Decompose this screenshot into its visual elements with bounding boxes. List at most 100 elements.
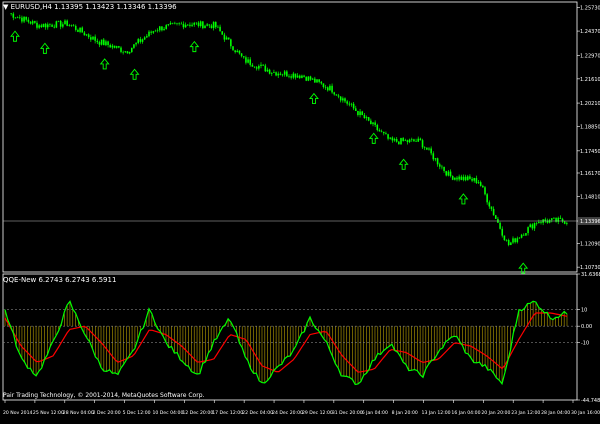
price-tick-label: 1.25730 <box>580 6 600 12</box>
candle-body <box>264 65 267 72</box>
indicator-label: QQE-New 6.2743 6.2743 6.5911 <box>3 276 117 284</box>
signal-arrows <box>10 30 529 274</box>
time-tick-label: 2 Dec 20:00 <box>93 410 121 416</box>
candle-body <box>389 137 392 139</box>
candle-body <box>27 19 30 22</box>
candle-body <box>441 166 443 168</box>
candle-body <box>456 177 458 180</box>
candle-body <box>21 17 23 22</box>
candle-body <box>186 24 189 26</box>
candle-body <box>372 122 374 125</box>
candle-body <box>100 39 103 45</box>
candle-body <box>290 76 292 78</box>
candle-body <box>266 69 269 72</box>
candle-body <box>277 73 280 76</box>
candle-body <box>262 64 264 66</box>
candle-body <box>62 24 64 27</box>
candle-body <box>193 22 196 25</box>
candle-body <box>109 45 112 48</box>
candle-body <box>87 34 90 38</box>
candle-body <box>238 50 241 54</box>
candle-body <box>74 25 77 30</box>
candle-body <box>402 138 404 141</box>
time-tick-label: 31 Dec 20:00 <box>332 410 363 416</box>
candle-body <box>473 178 476 181</box>
candle-body <box>518 237 521 239</box>
candle-body <box>105 41 107 46</box>
candle-body <box>294 73 297 78</box>
candle-body <box>563 221 566 224</box>
time-tick-label: 8 Jan 20:00 <box>392 410 418 416</box>
candle-body <box>225 37 228 40</box>
candle-body <box>494 215 497 219</box>
candle-body <box>318 79 320 82</box>
candle-body <box>219 26 221 32</box>
buy-arrow-icon <box>99 58 110 70</box>
candle-body <box>413 139 415 142</box>
buy-arrow-icon <box>10 30 20 42</box>
candle-body <box>122 51 124 53</box>
candle-body <box>163 28 165 31</box>
candle-body <box>251 64 254 67</box>
candle-body <box>309 76 312 80</box>
candle-body <box>283 71 286 75</box>
candle-body <box>393 139 396 141</box>
candle-body <box>333 92 336 95</box>
candle-body <box>275 72 277 76</box>
candle-body <box>189 24 191 26</box>
candle-body <box>227 37 230 40</box>
candle-body <box>77 29 79 32</box>
candle-body <box>499 222 501 229</box>
candle-body <box>83 32 86 36</box>
time-tick-label: 5 Dec 12:00 <box>123 410 151 416</box>
candle-body <box>143 37 146 40</box>
candle-body <box>171 22 174 24</box>
candle-body <box>12 13 15 18</box>
candle-body <box>10 13 12 14</box>
candle-body <box>49 24 51 25</box>
candle-body <box>449 171 452 177</box>
candle-body <box>133 44 135 48</box>
candle-body <box>253 66 256 68</box>
candle-body <box>354 108 357 111</box>
candle-body <box>236 50 239 53</box>
chart-window[interactable]: 1.25730 1.24370 1.22970 1.21610 1.20210 1.188… <box>0 0 600 420</box>
buy-arrow-icon <box>458 193 469 205</box>
candle-body <box>460 176 463 180</box>
candle-body <box>324 87 327 88</box>
candle-body <box>107 41 109 46</box>
candle-body <box>514 238 516 243</box>
candle-body <box>540 222 542 223</box>
candle-body <box>415 141 417 142</box>
candle-body <box>428 148 430 150</box>
candle-body <box>316 79 318 83</box>
indicator-tick-label: -44.7485 <box>581 398 600 404</box>
time-tick-label: 20 Nov 2014 <box>3 410 32 416</box>
candle-body <box>195 22 198 24</box>
candle-body <box>486 194 488 203</box>
candle-body <box>232 46 234 51</box>
buy-arrow-icon <box>189 40 200 53</box>
candle-body <box>70 25 73 26</box>
candle-body <box>113 45 116 48</box>
buy-arrow-icon <box>129 68 140 80</box>
candle-body <box>96 40 99 43</box>
candle-body <box>296 75 299 78</box>
candle-body <box>350 103 353 105</box>
candle-body <box>337 95 340 97</box>
candle-body <box>391 137 394 141</box>
candle-body <box>34 21 36 23</box>
candle-body <box>214 21 217 28</box>
chart-canvas[interactable]: 1.25730 1.24370 1.22970 1.21610 1.20210 1.188… <box>0 0 600 420</box>
price-tick-label: 1.22970 <box>580 53 600 59</box>
candle-body <box>406 140 409 143</box>
candle-body <box>380 131 383 133</box>
candle-body <box>488 202 491 207</box>
price-tick-label: 1.16170 <box>580 171 600 177</box>
time-tick-label: 12 Dec 20:00 <box>182 410 213 416</box>
candle-body <box>365 117 368 119</box>
candle-body <box>447 171 450 176</box>
candle-body <box>522 234 525 236</box>
candle-body <box>329 85 331 91</box>
candle-body <box>490 206 493 209</box>
